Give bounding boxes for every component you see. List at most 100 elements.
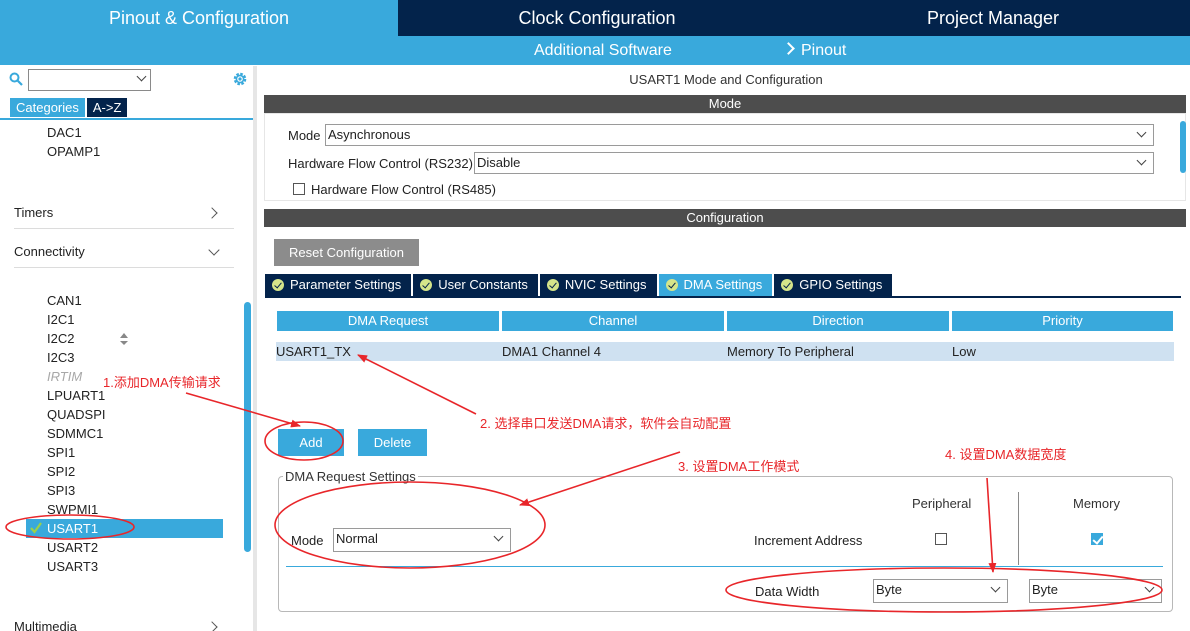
list-item[interactable]: SDMMC1 — [47, 424, 103, 443]
tab-nvic-settings[interactable]: NVIC Settings — [539, 274, 657, 296]
list-item[interactable]: LPUART1 — [47, 386, 105, 405]
mode-scrollbar[interactable] — [1180, 121, 1186, 173]
chevron-down-icon — [1136, 127, 1147, 138]
annotation-1: 1.添加DMA传输请求 — [103, 375, 221, 390]
tab-label: User Constants — [438, 277, 528, 292]
check-circle-icon — [665, 279, 678, 291]
gear-icon[interactable] — [231, 70, 249, 88]
list-item[interactable]: SPI3 — [47, 481, 75, 500]
list-item[interactable]: USART3 — [47, 557, 98, 576]
config-tabs: Parameter Settings User Constants NVIC S… — [265, 274, 894, 296]
peripheral-width-value: Byte — [876, 582, 903, 597]
top-tabs: Pinout & Configuration Clock Configurati… — [0, 0, 1190, 36]
column-header-priority[interactable]: Priority — [952, 311, 1173, 331]
table-cell-priority[interactable]: Low — [952, 342, 976, 361]
tab-parameter-settings[interactable]: Parameter Settings — [265, 274, 412, 296]
column-header-channel[interactable]: Channel — [502, 311, 724, 331]
sort-up-icon — [120, 333, 128, 338]
list-item[interactable]: CAN1 — [47, 291, 82, 310]
hwfc-rs232-label: Hardware Flow Control (RS232) — [288, 156, 473, 171]
mode-section: Mode Asynchronous Hardware Flow Control … — [264, 113, 1186, 201]
memory-data-width-select[interactable]: Byte — [1029, 579, 1162, 603]
mode-label: Mode — [288, 128, 321, 143]
search-input[interactable] — [28, 69, 151, 91]
tab-pinout-configuration[interactable]: Pinout & Configuration — [0, 0, 398, 36]
category-label: Connectivity — [14, 244, 85, 259]
tab-categories[interactable]: Categories — [10, 98, 85, 117]
search-icon[interactable] — [9, 72, 23, 86]
list-item[interactable]: SPI2 — [47, 462, 75, 481]
list-item[interactable]: I2C3 — [47, 348, 74, 367]
column-divider — [1018, 492, 1019, 565]
tab-a-to-z[interactable]: A->Z — [86, 98, 128, 117]
tab-clock-configuration[interactable]: Clock Configuration — [399, 0, 795, 36]
list-item-label: USART1 — [47, 521, 99, 536]
table-cell-direction[interactable]: Memory To Peripheral — [727, 342, 854, 361]
list-item[interactable]: I2C1 — [47, 310, 74, 329]
peripheral-column-header: Peripheral — [912, 496, 972, 511]
reset-configuration-button[interactable]: Reset Configuration — [274, 239, 419, 266]
chevron-down-icon — [782, 42, 795, 55]
additional-software-link[interactable]: Additional Software — [534, 36, 672, 65]
column-header-direction[interactable]: Direction — [727, 311, 949, 331]
hwfc-select-value: Disable — [477, 155, 521, 170]
list-item[interactable]: USART2 — [47, 538, 98, 557]
chevron-down-icon — [1144, 582, 1155, 593]
tab-gpio-settings[interactable]: GPIO Settings — [774, 274, 893, 296]
annotation-3: 3. 设置DMA工作模式 — [678, 459, 800, 474]
left-scrollbar[interactable] — [244, 302, 251, 552]
table-cell-channel[interactable]: DMA1 Channel 4 — [502, 342, 601, 361]
annotation-2: 2. 选择串口发送DMA请求，软件会自动配置 — [480, 416, 732, 431]
tab-project-manager[interactable]: Project Manager — [796, 0, 1190, 36]
mode-select[interactable]: Asynchronous — [325, 124, 1154, 146]
list-item[interactable]: DAC1 — [47, 123, 82, 142]
memory-width-value: Byte — [1032, 582, 1059, 597]
list-item[interactable]: QUADSPI — [47, 405, 106, 424]
add-button[interactable]: Add — [278, 429, 344, 456]
sort-down-icon — [120, 341, 128, 345]
peripheral-increment-checkbox[interactable] — [935, 533, 947, 545]
table-row[interactable] — [276, 342, 1174, 361]
tab-user-constants[interactable]: User Constants — [413, 274, 538, 296]
category-connectivity[interactable]: Connectivity — [14, 236, 234, 268]
increment-address-label: Increment Address — [754, 533, 863, 548]
chevron-down-icon — [493, 531, 504, 542]
annotation-4: 4. 设置DMA数据宽度 — [945, 447, 1067, 462]
data-width-label: Data Width — [755, 584, 820, 599]
hwfc-rs232-select[interactable]: Disable — [474, 152, 1154, 174]
divider — [0, 118, 253, 120]
category-multimedia[interactable]: Multimedia — [14, 611, 234, 631]
check-circle-icon — [420, 279, 433, 291]
chevron-down-icon — [1136, 155, 1147, 166]
table-cell-request[interactable]: USART1_TX — [276, 342, 351, 361]
list-item[interactable]: I2C2 — [47, 329, 74, 348]
tab-label: GPIO Settings — [799, 277, 883, 292]
tab-label: Parameter Settings — [290, 277, 402, 292]
list-item-usart1-selected[interactable]: USART1 — [26, 519, 223, 538]
pinout-menu[interactable]: Pinout — [782, 36, 847, 65]
tab-dma-settings[interactable]: DMA Settings — [658, 274, 773, 296]
tab-label: NVIC Settings — [564, 277, 647, 292]
chevron-down-icon — [990, 582, 1001, 593]
category-timers[interactable]: Timers — [14, 197, 234, 229]
peripheral-data-width-select[interactable]: Byte — [873, 579, 1008, 603]
delete-button[interactable]: Delete — [358, 429, 427, 456]
dma-mode-value: Normal — [336, 531, 378, 546]
column-header-dma-request[interactable]: DMA Request — [277, 311, 499, 331]
memory-increment-checkbox[interactable] — [1091, 533, 1103, 545]
dma-mode-select[interactable]: Normal — [333, 528, 511, 552]
config-section-header: Configuration — [264, 209, 1186, 227]
check-circle-icon — [781, 279, 794, 291]
list-item[interactable]: OPAMP1 — [47, 142, 100, 161]
list-item[interactable]: SPI1 — [47, 443, 75, 462]
memory-column-header: Memory — [1073, 496, 1120, 511]
mode-select-value: Asynchronous — [328, 127, 411, 142]
category-label: Timers — [14, 205, 54, 220]
pinout-menu-label: Pinout — [801, 42, 847, 59]
hwfc-rs485-checkbox[interactable] — [293, 183, 305, 195]
mode-section-header: Mode — [264, 95, 1186, 113]
check-circle-icon — [272, 279, 284, 291]
list-item[interactable]: SWPMI1 — [47, 500, 98, 519]
panel-title: USART1 Mode and Configuration — [629, 72, 823, 87]
settings-divider — [286, 566, 1163, 567]
